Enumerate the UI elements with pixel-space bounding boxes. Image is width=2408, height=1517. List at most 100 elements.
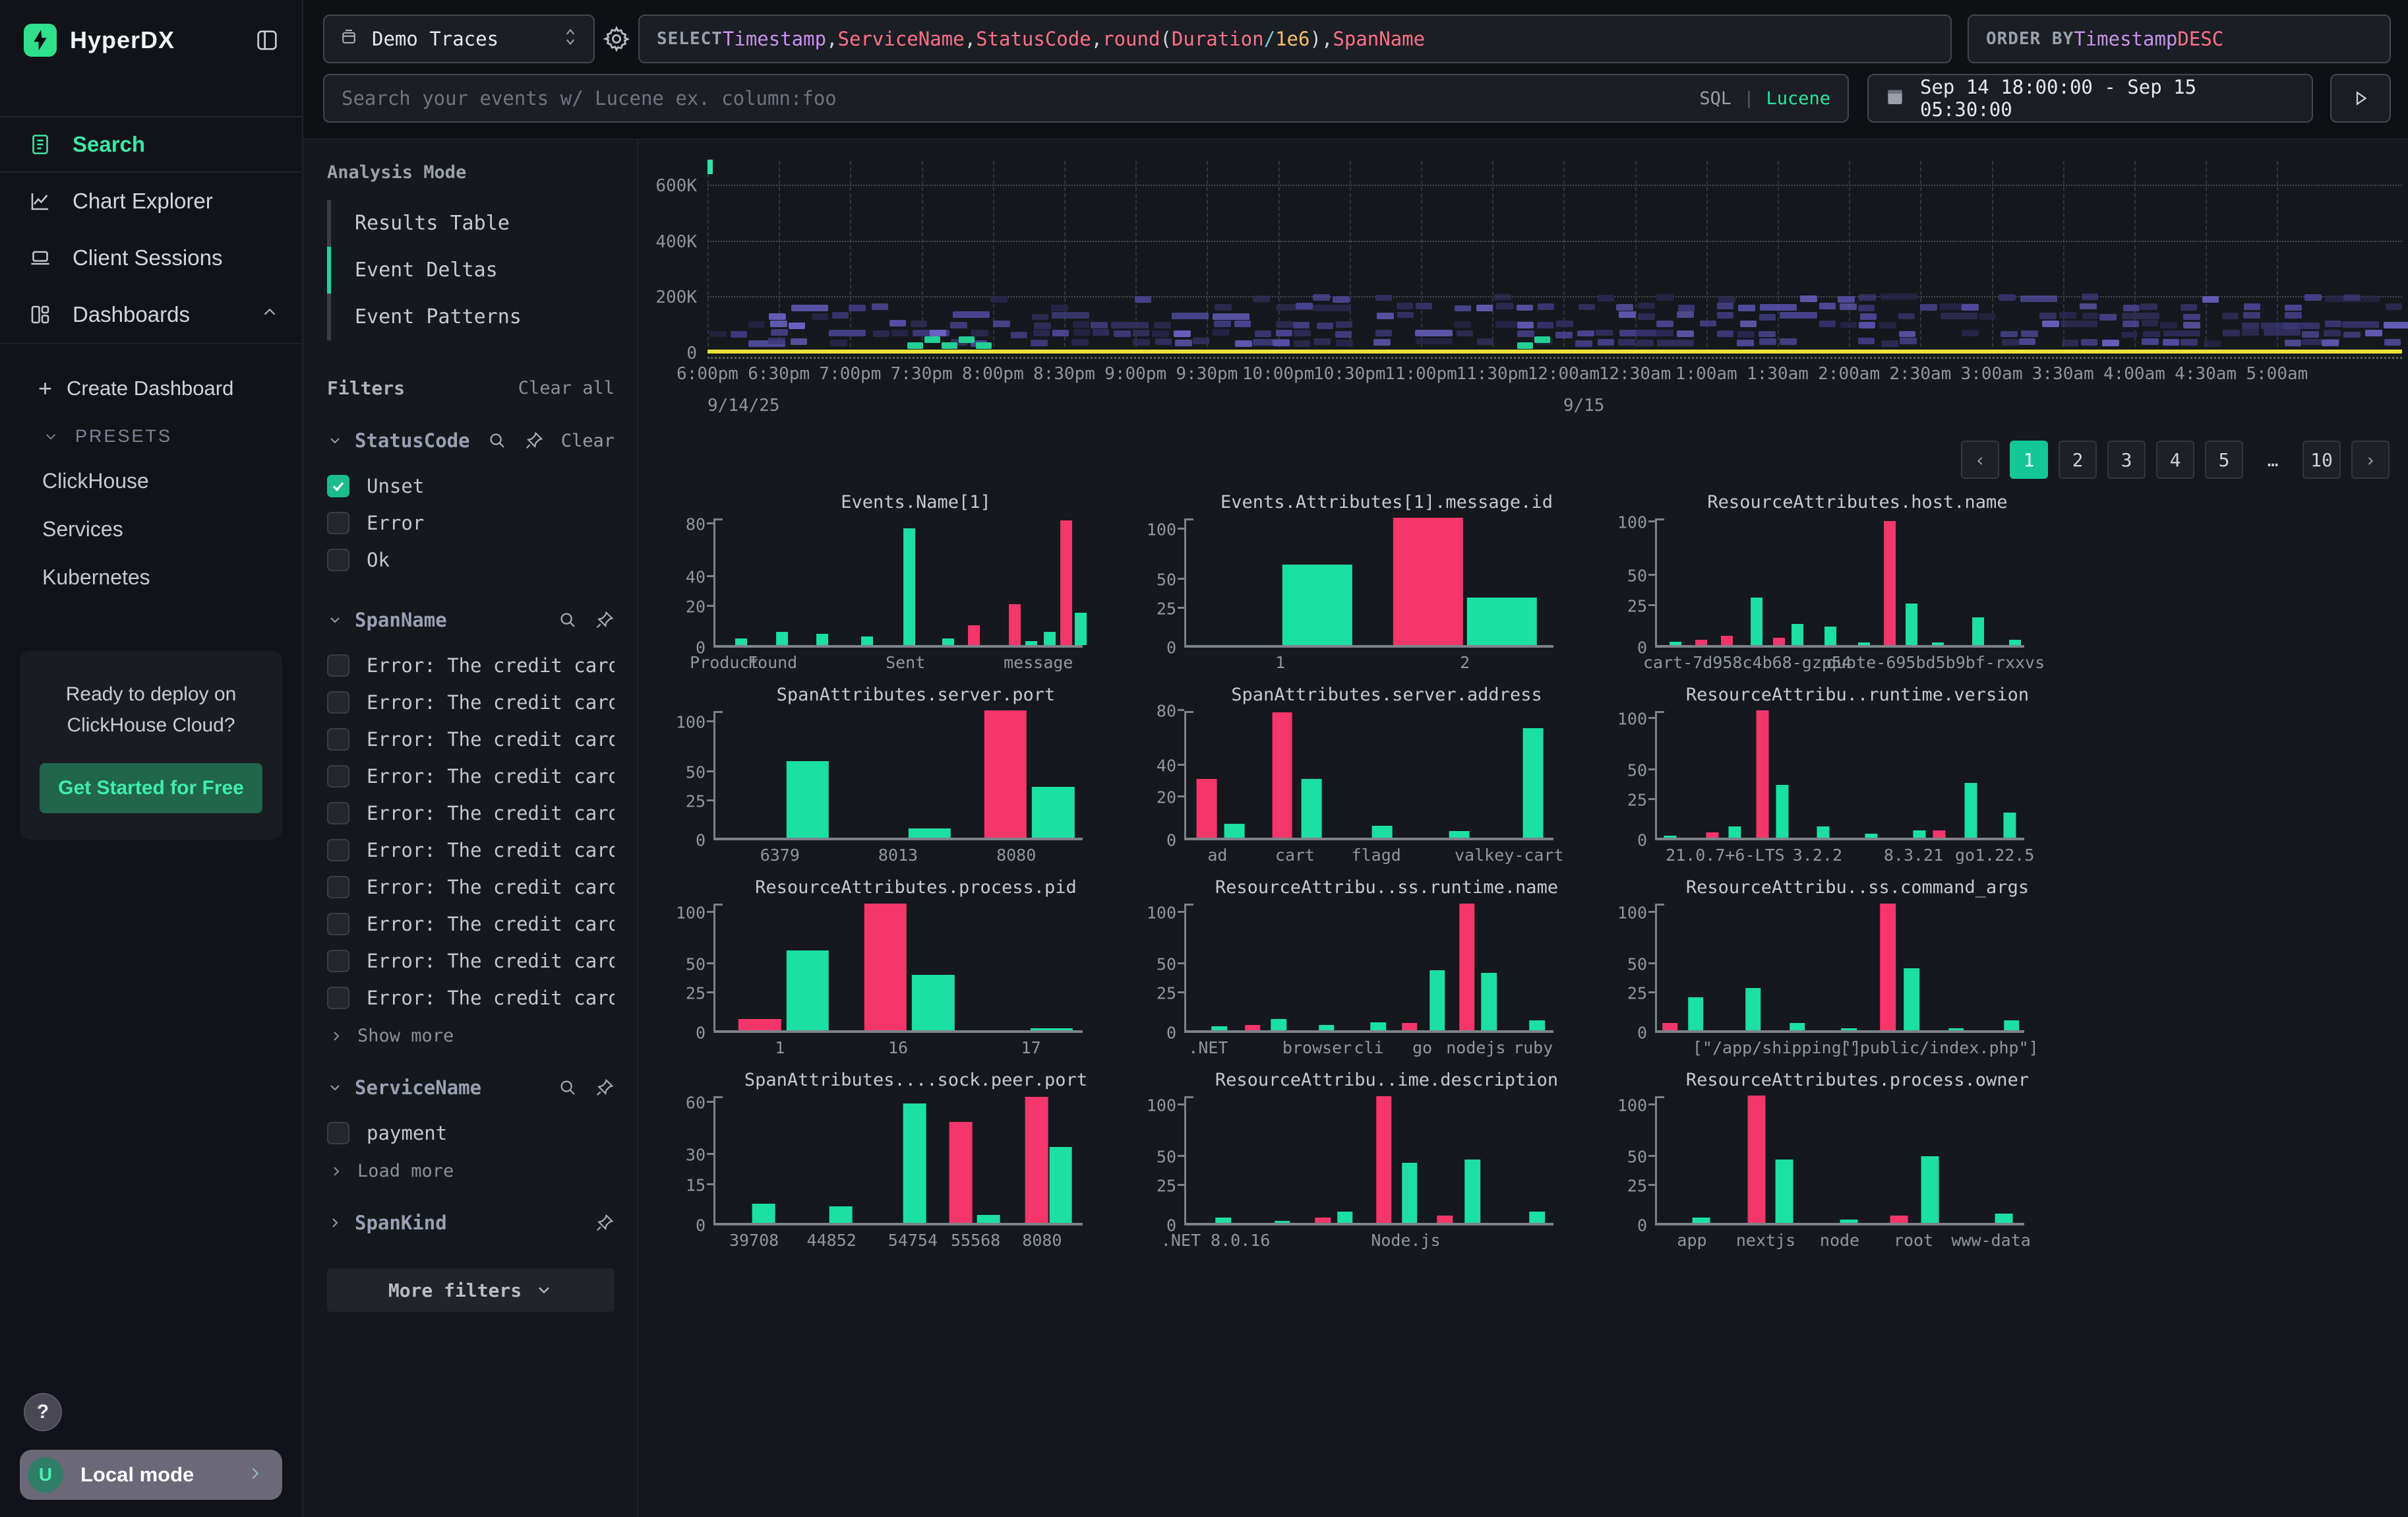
clear-all-button[interactable]: Clear all: [518, 378, 615, 398]
group-clear-button[interactable]: Clear: [561, 431, 615, 451]
pin-icon[interactable]: [595, 1213, 615, 1233]
page-button-4[interactable]: 4: [2156, 441, 2194, 479]
page-button-3[interactable]: 3: [2107, 441, 2146, 479]
page-button-5[interactable]: 5: [2205, 441, 2243, 479]
mode-event-patterns[interactable]: Event Patterns: [327, 294, 615, 340]
checkbox[interactable]: [327, 1122, 349, 1144]
more-filters-button[interactable]: More filters: [327, 1268, 615, 1312]
bar-chart[interactable]: ResourceAttribu..ss.runtime.name02550100…: [1141, 877, 1589, 1063]
bar-chart[interactable]: SpanAttributes....sock.peer.port01530603…: [670, 1070, 1118, 1256]
checkbox[interactable]: [327, 876, 349, 898]
filter-option[interactable]: Ok: [327, 542, 615, 578]
checkbox[interactable]: [327, 691, 349, 714]
local-mode-button[interactable]: U Local mode: [20, 1450, 282, 1500]
checkbox[interactable]: [327, 475, 349, 497]
filter-option[interactable]: Unset: [327, 468, 615, 505]
next-page-button[interactable]: ›: [2351, 441, 2390, 479]
x-tick-label: 10:30pm: [1313, 364, 1386, 384]
sql-select-input[interactable]: SELECT Timestamp, ServiceName, StatusCod…: [638, 15, 1952, 63]
help-button[interactable]: ?: [24, 1393, 62, 1431]
filter-option[interactable]: Error: [327, 505, 615, 542]
sql-toggle[interactable]: SQL: [1699, 88, 1731, 109]
search-icon[interactable]: [558, 1078, 578, 1098]
load-more-button[interactable]: Load more: [327, 1152, 615, 1181]
chevron-down-icon[interactable]: [327, 433, 343, 449]
sidebar-item-chart-explorer[interactable]: Chart Explorer: [0, 173, 302, 230]
bar-chart[interactable]: Events.Attributes[1].message.id025501001…: [1141, 492, 1589, 678]
checkbox[interactable]: [327, 802, 349, 824]
filter-option[interactable]: Error: The credit card (…: [327, 869, 615, 906]
filter-option[interactable]: Error: The credit card (…: [327, 979, 615, 1016]
filter-option[interactable]: Error: The credit card (…: [327, 906, 615, 943]
sidebar-item-search[interactable]: Search: [0, 116, 302, 173]
search-icon[interactable]: [487, 431, 507, 450]
pin-icon[interactable]: [595, 610, 615, 630]
get-started-button[interactable]: Get Started for Free: [40, 763, 262, 813]
show-more-button[interactable]: Show more: [327, 1016, 615, 1046]
x-tick-label: 1:30am: [1747, 364, 1809, 384]
bar-chart[interactable]: ResourceAttributes.process.pid0255010011…: [670, 877, 1118, 1063]
source-select[interactable]: Demo Traces: [323, 15, 595, 63]
sidebar-item-services[interactable]: Services: [0, 505, 302, 553]
group-name[interactable]: SpanKind: [355, 1212, 447, 1234]
chevron-down-icon[interactable]: [327, 612, 343, 628]
group-name[interactable]: ServiceName: [355, 1076, 481, 1099]
page-button-2[interactable]: 2: [2059, 441, 2097, 479]
sidebar-collapse-icon[interactable]: [252, 25, 282, 55]
chevron-down-icon[interactable]: [327, 1080, 343, 1096]
filter-option[interactable]: Error: The credit card (…: [327, 943, 615, 979]
mode-results-table[interactable]: Results Table: [327, 200, 615, 247]
gear-icon[interactable]: [595, 25, 638, 53]
page-button-1[interactable]: 1: [2010, 441, 2048, 479]
checkbox[interactable]: [327, 987, 349, 1009]
create-dashboard-button[interactable]: + Create Dashboard: [0, 361, 302, 416]
page-button-10[interactable]: 10: [2303, 441, 2341, 479]
bar-chart[interactable]: SpanAttributes.server.address0204080adca…: [1141, 685, 1589, 871]
filter-option[interactable]: Error: The credit card (…: [327, 758, 615, 795]
search-input[interactable]: Search your events w/ Lucene ex. column:…: [323, 74, 1849, 123]
bar-chart[interactable]: ResourceAttributes.process.owner02550100…: [1611, 1070, 2060, 1256]
pin-icon[interactable]: [524, 431, 544, 450]
bar-chart[interactable]: Events.Name[1]0204080ProductFoundSentmes…: [670, 492, 1118, 678]
presets-toggle[interactable]: PRESETS: [0, 416, 302, 457]
bar-chart[interactable]: SpanAttributes.server.port02550100637980…: [670, 685, 1118, 871]
checkbox[interactable]: [327, 512, 349, 534]
filter-option[interactable]: Error: The credit card (…: [327, 721, 615, 758]
mode-event-deltas[interactable]: Event Deltas: [327, 247, 615, 294]
checkbox[interactable]: [327, 654, 349, 677]
filter-option[interactable]: Error: The credit card (…: [327, 795, 615, 832]
search-icon[interactable]: [558, 610, 578, 630]
gridline: [1064, 161, 1066, 354]
checkbox[interactable]: [327, 728, 349, 751]
sidebar-item-dashboards[interactable]: Dashboards: [0, 286, 302, 343]
date-range-picker[interactable]: Sep 14 18:00:00 - Sep 15 05:30:00: [1867, 74, 2313, 123]
sidebar-item-client-sessions[interactable]: Client Sessions: [0, 230, 302, 286]
pin-icon[interactable]: [595, 1078, 615, 1098]
checkbox[interactable]: [327, 913, 349, 935]
chevron-up-icon[interactable]: [260, 302, 280, 327]
group-name[interactable]: StatusCode: [355, 429, 470, 452]
prev-page-button[interactable]: ‹: [1961, 441, 1999, 479]
checkbox[interactable]: [327, 839, 349, 861]
order-by-input[interactable]: ORDER BY Timestamp DESC: [1968, 15, 2391, 63]
lucene-toggle[interactable]: Lucene: [1766, 88, 1830, 109]
run-query-button[interactable]: [2330, 74, 2391, 123]
sidebar-item-kubernetes[interactable]: Kubernetes: [0, 553, 302, 602]
filter-option[interactable]: Error: The credit card (…: [327, 684, 615, 721]
bar-chart[interactable]: ResourceAttribu..ime.description02550100…: [1141, 1070, 1589, 1256]
checkbox[interactable]: [327, 950, 349, 972]
heatmap-cell: [1737, 340, 1754, 346]
bar-chart[interactable]: ResourceAttribu..ss.command_args02550100…: [1611, 877, 2060, 1063]
group-name[interactable]: SpanName: [355, 609, 447, 631]
events-heatmap-chart[interactable]: 0200K400K600K: [707, 161, 2402, 354]
checkbox[interactable]: [327, 765, 349, 788]
servicename-options: payment: [327, 1115, 615, 1152]
filter-option[interactable]: Error: The credit card (…: [327, 832, 615, 869]
chevron-right-icon[interactable]: [327, 1215, 343, 1231]
checkbox[interactable]: [327, 549, 349, 571]
filter-option[interactable]: payment: [327, 1115, 615, 1152]
sidebar-item-clickhouse[interactable]: ClickHouse: [0, 457, 302, 505]
bar-chart[interactable]: ResourceAttribu..runtime.version02550100…: [1611, 685, 2060, 871]
bar-chart[interactable]: ResourceAttributes.host.name02550100cart…: [1611, 492, 2060, 678]
filter-option[interactable]: Error: The credit card (…: [327, 647, 615, 684]
